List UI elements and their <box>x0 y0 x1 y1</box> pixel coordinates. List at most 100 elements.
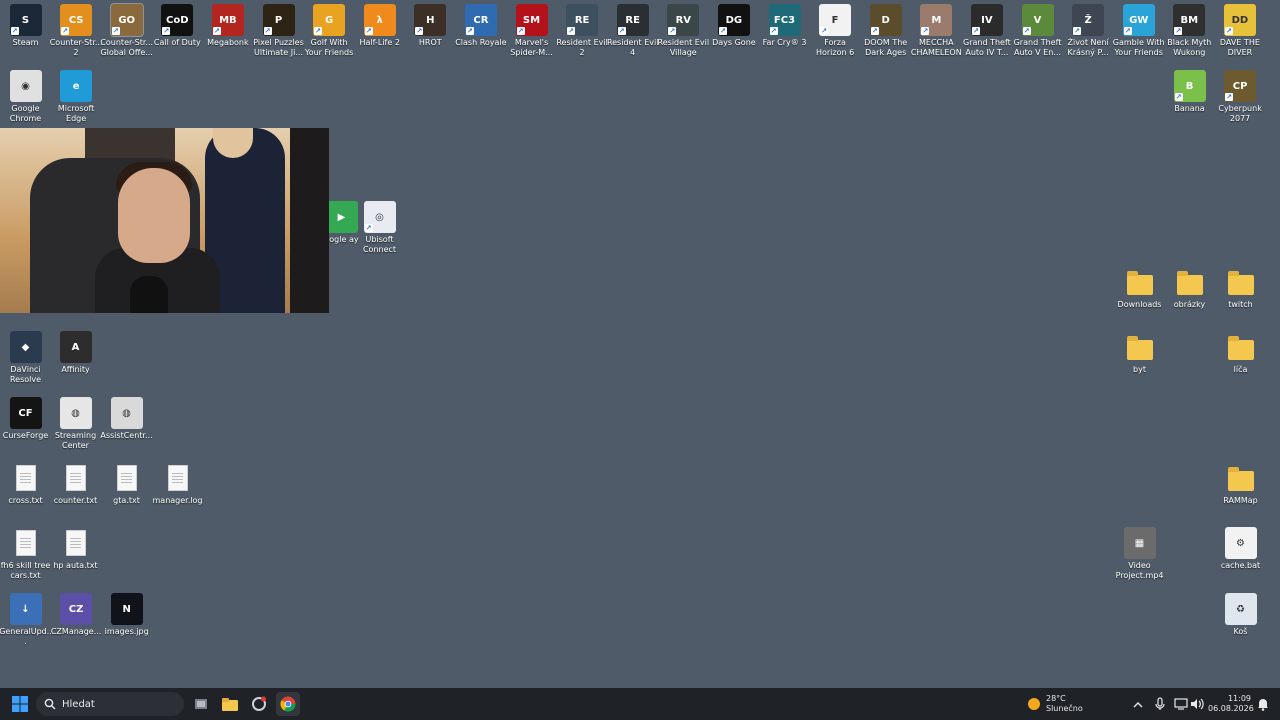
desktop-icon-cross-txt[interactable]: cross.txt <box>0 462 51 506</box>
desktop-icon-days-gone[interactable]: DG ↗ Days Gone <box>708 4 759 48</box>
desktop-icon-label: Microsoft Edge <box>57 104 95 123</box>
desktop-icon-grand-theft-auto-iv-t[interactable]: IV ↗ Grand Theft Auto IV T... <box>961 4 1012 58</box>
desktop-icon-resident-evil-2[interactable]: RE ↗ Resident Evil 2 <box>556 4 608 58</box>
shortcut-arrow-icon: ↗ <box>820 27 829 35</box>
desktop-icon-hp-auta-txt[interactable]: hp auta.txt <box>50 527 101 571</box>
desktop-icon-counter-str-2[interactable]: CS ↗ Counter-Str... 2 <box>50 4 102 58</box>
desktop-icon-downloads[interactable]: Downloads <box>1114 266 1165 310</box>
app-icon: ⚙ <box>1224 527 1257 559</box>
desktop-icon-counter-txt[interactable]: counter.txt <box>50 462 101 506</box>
app-icon: GO ↗ <box>109 3 144 37</box>
app-icon: P ↗ <box>262 4 295 36</box>
file-explorer-button[interactable] <box>218 692 242 716</box>
desktop-icon-call-of-duty[interactable]: CoD ↗ Call of Duty <box>152 4 203 48</box>
shortcut-arrow-icon: ↗ <box>1225 93 1234 101</box>
desktop-icon-obr-zky[interactable]: obrázky <box>1164 266 1215 310</box>
app-icon: e <box>60 70 93 102</box>
desktop-icon-gta-txt[interactable]: gta.txt <box>101 462 152 506</box>
shortcut-arrow-icon: ↗ <box>516 27 525 35</box>
folder-icon <box>222 697 238 711</box>
desktop-icon-resident-evil-4[interactable]: RE ↗ Resident Evil 4 <box>607 4 658 58</box>
tray-overflow-button[interactable] <box>1126 692 1150 716</box>
shortcut-arrow-icon: ↗ <box>718 27 727 35</box>
bell-icon <box>1258 698 1268 711</box>
webcam-overlay <box>0 128 329 313</box>
app-icon: CZ <box>60 593 93 625</box>
shortcut-arrow-icon: ↗ <box>162 27 171 35</box>
desktop-icon-google-chrome[interactable]: ◉ Google Chrome <box>0 70 51 124</box>
desktop-icon-pixel-puzzles-ultimate-ji[interactable]: P ↗ Pixel Puzzles Ultimate Ji... <box>253 4 304 58</box>
clock-date[interactable]: 06.08.2026 <box>1208 704 1254 714</box>
volume-button[interactable] <box>1185 692 1209 716</box>
desktop-icon-label: CZManage... <box>50 627 102 636</box>
desktop-icon-megabonk[interactable]: MB ↗ Megabonk <box>202 4 253 48</box>
task-view-button[interactable] <box>189 692 213 716</box>
app-icon: DD ↗ <box>1223 4 1256 36</box>
desktop-icon-hrot[interactable]: H ↗ HROT <box>405 4 456 48</box>
app-icon: RE ↗ <box>566 4 599 36</box>
app-icon: SM ↗ <box>515 4 548 36</box>
desktop-icon-steam[interactable]: S ↗ Steam <box>0 4 51 48</box>
desktop-icon-cache-bat[interactable]: ⚙ cache.bat <box>1215 527 1266 571</box>
microphone-icon <box>1155 697 1165 710</box>
desktop-icon-golf-with-your-friends[interactable]: G ↗ Golf With Your Friends <box>304 4 355 58</box>
text-file-icon <box>60 527 92 559</box>
app-icon: ▶ <box>325 201 358 233</box>
app-button-settings[interactable] <box>247 692 271 716</box>
desktop-icon-meccha-chameleon[interactable]: M ↗ MECCHA CHAMELEON <box>911 4 962 58</box>
desktop-icon-davinci-resolve[interactable]: ◆ DaVinci Resolve <box>0 331 51 385</box>
desktop-icon-label: Affinity <box>61 365 90 374</box>
desktop-icon-ivot-nen-kr-sn-p[interactable]: Ž ↗ Život Není Krásný P... <box>1063 4 1114 58</box>
desktop-icon-microsoft-edge[interactable]: e Microsoft Edge <box>51 70 102 124</box>
desktop-icon-doom-the-dark-ages[interactable]: D ↗ DOOM The Dark Ages <box>860 4 911 58</box>
desktop-icon-assistcentr[interactable]: ◍ AssistCentr... <box>100 397 153 441</box>
desktop-icon-rammap[interactable]: RAMMap <box>1215 462 1266 506</box>
desktop-icon-cyberpunk-2077[interactable]: CP ↗ Cyberpunk 2077 <box>1215 70 1266 124</box>
desktop-icon-dave-the-diver[interactable]: DD ↗ DAVE THE DIVER <box>1214 4 1265 58</box>
desktop-icon-czmanage[interactable]: CZ CZManage... <box>51 593 102 637</box>
desktop-icon-curseforge[interactable]: CF CurseForge <box>0 397 51 441</box>
desktop-icon-banana[interactable]: B ↗ Banana <box>1164 70 1215 114</box>
desktop-icon-manager-log[interactable]: manager.log <box>152 462 203 506</box>
desktop-icon-fh6-skill-tree-cars-txt[interactable]: fh6 skill tree cars.txt <box>0 527 51 581</box>
desktop-icon-twitch[interactable]: twitch <box>1215 266 1266 310</box>
folder-icon <box>1225 266 1257 298</box>
desktop-icon-counter-str-global-offe[interactable]: GO ↗ Counter-Str... Global Offe... <box>100 3 154 58</box>
desktop-icon-video-project-mp4[interactable]: ▦ Video Project.mp4 <box>1114 527 1165 581</box>
desktop-icon-label: fh6 skill tree cars.txt <box>0 561 51 580</box>
search-placeholder: Hledat <box>62 698 95 710</box>
desktop-icon-streaming-center[interactable]: ◍ Streaming Center <box>50 397 101 451</box>
clock-time[interactable]: 11:09 <box>1213 694 1251 704</box>
desktop-icon-ko[interactable]: ♻ Koš <box>1215 593 1266 637</box>
desktop-icon-marvel-s-spider-m[interactable]: SM ↗ Marvel's Spider-M... <box>506 4 557 58</box>
desktop-icon-byt[interactable]: byt <box>1114 331 1165 375</box>
desktop-icon-black-myth-wukong[interactable]: BM ↗ Black Myth Wukong <box>1164 4 1215 58</box>
desktop-icon-l-a[interactable]: líča <box>1215 331 1266 375</box>
desktop-icon-label: cache.bat <box>1220 561 1261 570</box>
notifications-button[interactable] <box>1251 692 1275 716</box>
desktop-icon-label: Resident Evil 2 <box>556 38 608 57</box>
app-icon: CR ↗ <box>464 4 497 36</box>
desktop-icon-ubisoft-connect[interactable]: ◎ ↗ Ubisoft Connect <box>354 201 405 255</box>
taskbar-search[interactable]: Hledat <box>36 692 184 716</box>
chrome-taskbar-button[interactable] <box>276 692 300 716</box>
desktop-icon-forza-horizon-6[interactable]: F ↗ Forza Horizon 6 <box>810 4 861 58</box>
desktop-icon-images-jpg[interactable]: Nimages.jpg <box>101 593 152 637</box>
folder-icon <box>1124 331 1156 363</box>
app-icon: IV ↗ <box>970 4 1003 36</box>
app-icon: Ž ↗ <box>1072 4 1105 36</box>
shortcut-arrow-icon: ↗ <box>1224 27 1233 35</box>
desktop-icon-generalupd[interactable]: ↓ GeneralUpd... <box>0 593 52 647</box>
desktop-icon-gamble-with-your-friends[interactable]: GW ↗ Gamble With Your Friends <box>1113 4 1165 58</box>
desktop-icon-clash-royale[interactable]: CR ↗ Clash Royale <box>455 4 507 48</box>
app-icon: S ↗ <box>9 4 42 36</box>
desktop-icon-grand-theft-auto-v-en[interactable]: V ↗ Grand Theft Auto V En... <box>1012 4 1063 58</box>
desktop-icon-half-life-2[interactable]: λ ↗ Half-Life 2 <box>354 4 405 48</box>
desktop-icon-far-cry-3[interactable]: FC3 ↗ Far Cry® 3 <box>759 4 810 48</box>
desktop-icon-affinity[interactable]: A Affinity <box>50 331 101 375</box>
desktop[interactable]: S ↗ Steam CS ↗ Counter-Str... 2 GO ↗ Counter-Str… <box>0 0 1280 688</box>
desktop-icon-resident-evil-village[interactable]: RV ↗ Resident Evil Village <box>658 4 709 58</box>
desktop-icon-label: Counter-Str... Global Offe... <box>100 38 154 57</box>
start-button[interactable] <box>8 692 32 716</box>
weather-widget[interactable] <box>1022 692 1046 716</box>
